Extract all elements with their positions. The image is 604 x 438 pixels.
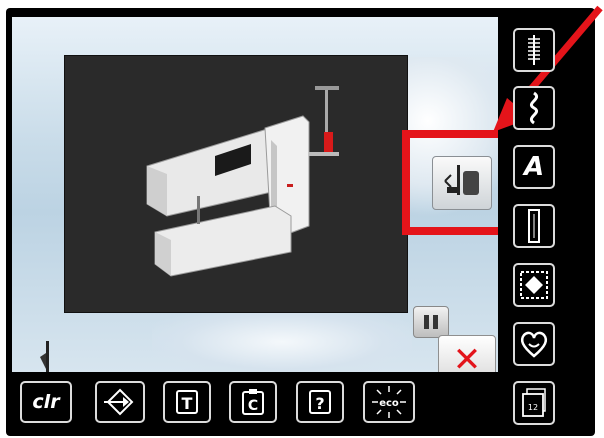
help-button[interactable]: ? — [296, 381, 344, 423]
setup-label: T — [182, 394, 193, 413]
eco-icon: eco — [372, 386, 406, 418]
buttonhole-button[interactable] — [513, 204, 555, 248]
quilt-stitch-button[interactable] — [513, 263, 555, 307]
eco-button[interactable]: eco — [363, 381, 415, 423]
presser-foot-icon — [40, 341, 49, 372]
pause-icon — [424, 315, 429, 329]
close-button[interactable]: ✕ — [438, 335, 496, 372]
heart-icon — [520, 331, 548, 358]
sewing-machine-illustration — [146, 86, 339, 277]
decorative-stitch-button[interactable] — [513, 86, 555, 130]
clipboard-c-icon: C — [242, 389, 264, 415]
personal-program-label: 12 — [528, 403, 538, 412]
alphabet-icon: A — [523, 152, 545, 182]
setup-icon: T — [176, 390, 198, 414]
personal-program-button[interactable]: 12 — [513, 381, 555, 425]
pause-icon — [433, 315, 438, 329]
clr-icon: clr — [32, 391, 60, 413]
close-icon: ✕ — [452, 340, 482, 372]
buttonhole-icon — [528, 209, 540, 243]
tutorial-video — [64, 55, 449, 338]
heart-button[interactable] — [513, 322, 555, 366]
clr-button[interactable]: clr — [20, 381, 72, 423]
practical-stitch-icon — [528, 35, 540, 65]
personal-program-icon: 12 — [522, 388, 546, 417]
eco-label: eco — [379, 398, 399, 409]
arrow-diamond-icon — [104, 388, 134, 416]
clipboard-label: C — [248, 398, 258, 414]
practical-stitch-button[interactable] — [513, 28, 555, 72]
arrow-diamond-button[interactable] — [95, 381, 145, 423]
help-icon: ? — [309, 390, 331, 414]
setup-button[interactable]: T — [163, 381, 211, 423]
help-label: ? — [315, 394, 324, 413]
highlight-box — [402, 130, 498, 235]
alphabet-button[interactable]: A — [513, 145, 555, 189]
clipboard-button[interactable]: C — [229, 381, 277, 423]
decorative-stitch-icon — [529, 91, 539, 125]
device-frame: ✕ A 12 clr T C ? eco — [0, 0, 604, 438]
main-canvas: ✕ — [12, 17, 498, 372]
background-cloud — [152, 307, 412, 372]
quilt-stitch-icon — [520, 271, 548, 299]
pause-button[interactable] — [413, 306, 449, 338]
